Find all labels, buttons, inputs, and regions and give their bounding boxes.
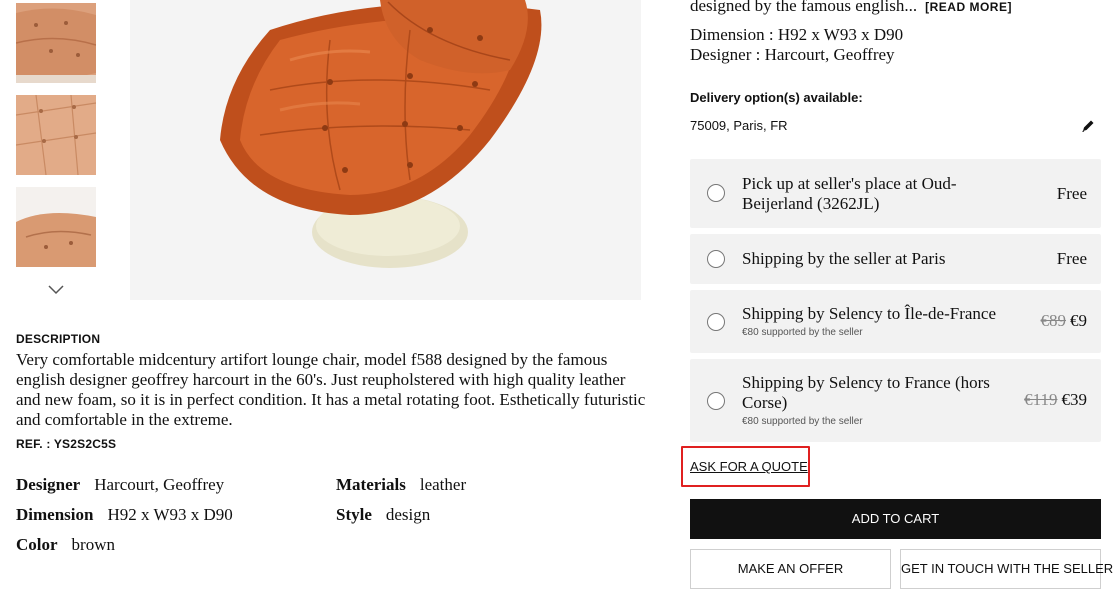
thumbnail-1[interactable] xyxy=(16,3,96,83)
old-price: €89 xyxy=(1040,311,1067,330)
attribute-label: Style xyxy=(336,505,372,524)
pencil-icon[interactable] xyxy=(1081,119,1095,133)
attribute-value: design xyxy=(385,505,431,524)
current-price: €39 xyxy=(1061,390,1088,409)
attribute-label: Materials xyxy=(336,475,406,494)
product-thumbnail-image xyxy=(16,95,96,175)
option-subtext: €80 supported by the seller xyxy=(742,327,863,338)
lounge-chair-photo xyxy=(130,0,641,300)
current-price: Free xyxy=(1056,184,1087,203)
delivery-option-selency-france[interactable]: Shipping by Selency to France (hors Cors… xyxy=(690,359,1101,442)
attribute-color: Color brown xyxy=(16,535,115,555)
old-price: €119 xyxy=(1024,390,1058,409)
delivery-location: 75009, Paris, FR xyxy=(690,118,788,133)
add-to-cart-button[interactable]: ADD TO CART xyxy=(690,499,1101,539)
make-offer-button[interactable]: MAKE AN OFFER xyxy=(690,549,891,589)
option-radio[interactable] xyxy=(707,250,725,268)
attribute-value: Harcourt, Geoffrey xyxy=(94,475,225,494)
reference-number: REF. : YS2S2C5S xyxy=(16,437,117,451)
delivery-option-pickup[interactable]: Pick up at seller's place at Oud-Beijerl… xyxy=(690,159,1101,228)
main-product-image[interactable] xyxy=(130,0,641,300)
attribute-materials: Materials leather xyxy=(336,475,466,495)
attribute-label: Color xyxy=(16,535,58,554)
option-radio[interactable] xyxy=(707,392,725,410)
attribute-value: leather xyxy=(419,475,467,494)
attribute-label: Dimension xyxy=(16,505,94,524)
option-label: Shipping by the seller at Paris xyxy=(742,249,946,268)
read-more-link[interactable]: [READ MORE] xyxy=(925,0,1012,14)
option-radio[interactable] xyxy=(707,313,725,331)
attribute-value: brown xyxy=(71,535,115,554)
attribute-designer: Designer Harcourt, Geoffrey xyxy=(16,475,224,495)
attribute-style: Style design xyxy=(336,505,430,525)
attribute-label: Designer xyxy=(16,475,81,494)
excerpt-text: designed by the famous english... xyxy=(690,0,918,15)
chevron-down-icon[interactable] xyxy=(46,282,66,296)
delivery-option-selency-idf[interactable]: Shipping by Selency to Île-de-France €80… xyxy=(690,290,1101,353)
attribute-value: H92 x W93 x D90 xyxy=(107,505,233,524)
option-radio[interactable] xyxy=(707,184,725,202)
product-thumbnail-image xyxy=(16,3,96,83)
current-price: Free xyxy=(1056,249,1087,268)
option-label: Shipping by Selency to Île-de-France xyxy=(742,304,996,323)
option-subtext: €80 supported by the seller xyxy=(742,416,863,427)
delivery-options-title: Delivery option(s) available: xyxy=(690,90,863,105)
product-thumbnail-image xyxy=(16,187,96,267)
option-price: Free xyxy=(1057,184,1087,204)
contact-seller-button[interactable]: GET IN TOUCH WITH THE SELLER xyxy=(900,549,1113,589)
current-price: €9 xyxy=(1070,311,1087,330)
description-heading: DESCRIPTION xyxy=(16,332,101,346)
attribute-dimension: Dimension H92 x W93 x D90 xyxy=(16,505,233,525)
delivery-option-seller-shipping[interactable]: Shipping by the seller at Paris Free xyxy=(690,234,1101,284)
thumbnail-2[interactable] xyxy=(16,95,96,175)
ask-for-quote-link[interactable]: ASK FOR A QUOTE xyxy=(690,459,808,474)
summary-dimension: Dimension : H92 x W93 x D90 xyxy=(690,25,904,44)
option-label: Pick up at seller's place at Oud-Beijerl… xyxy=(742,174,957,213)
option-price: Free xyxy=(1057,249,1087,269)
description-text: Very comfortable midcentury artifort lou… xyxy=(16,350,646,429)
thumbnail-3[interactable] xyxy=(16,187,96,267)
option-price: €89 €9 xyxy=(1041,311,1088,331)
option-price: €119 €39 xyxy=(1024,390,1087,410)
description-excerpt: designed by the famous english... [READ M… xyxy=(690,0,1012,17)
option-label: Shipping by Selency to France (hors Cors… xyxy=(742,373,990,412)
summary-designer: Designer : Harcourt, Geoffrey xyxy=(690,45,895,64)
